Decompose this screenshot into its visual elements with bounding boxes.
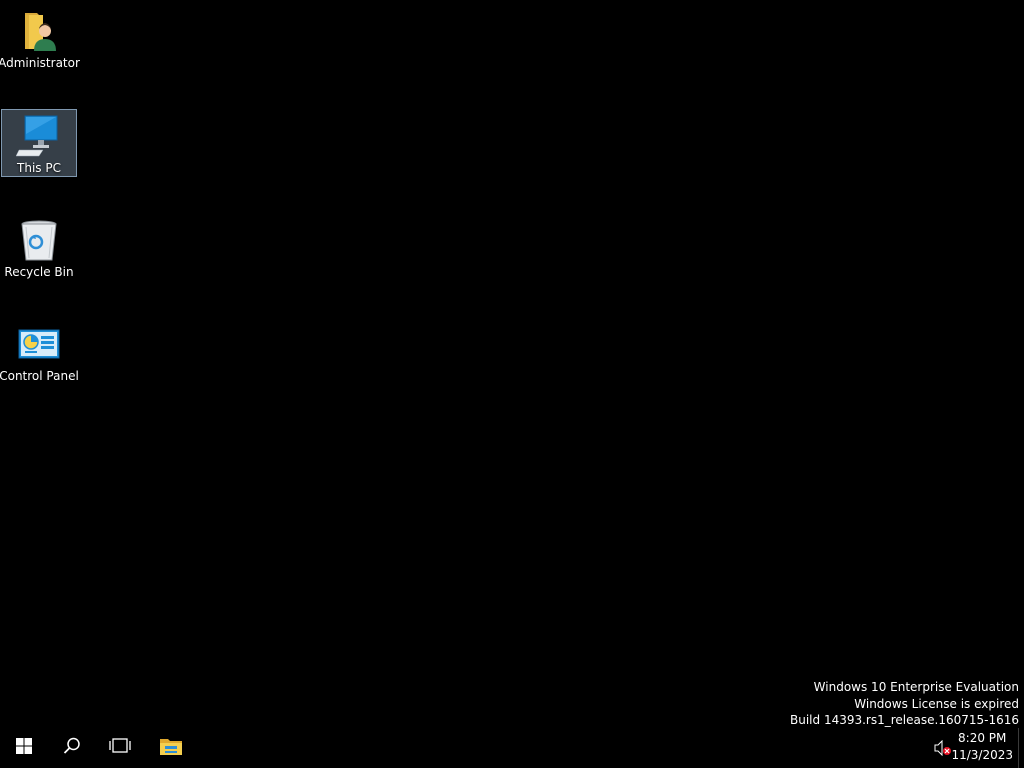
clock-date: 11/3/2023 [951,748,1013,762]
show-desktop-button[interactable] [1018,728,1024,768]
search-icon [63,737,81,759]
file-explorer-icon [159,736,183,760]
desktop-icon-control-panel[interactable]: Control Panel [0,317,79,385]
desktop-icon-label: Control Panel [0,369,79,383]
file-explorer-button[interactable] [147,728,195,768]
volume-muted-icon[interactable] [934,739,952,757]
search-button[interactable] [48,728,96,768]
system-tray: 8:20 PM 11/3/2023 [904,728,1024,768]
desktop-icon-administrator[interactable]: Administrator [0,4,80,72]
windows-logo-icon [16,738,32,758]
watermark-edition: Windows 10 Enterprise Evaluation [813,680,1019,694]
clock-time: 8:20 PM [958,731,1007,745]
taskbar: 8:20 PM 11/3/2023 [0,728,1024,768]
user-folder-icon [15,7,63,55]
watermark-license-status: Windows License is expired [854,696,1019,711]
desktop-icon-label: Recycle Bin [4,265,74,279]
license-watermark: Windows 10 Enterprise Evaluation Windows… [790,679,1019,729]
task-view-button[interactable] [96,728,144,768]
computer-icon [15,112,63,160]
control-panel-icon [15,320,63,368]
desktop-icon-label: This PC [17,161,61,175]
taskbar-clock[interactable]: 8:20 PM 11/3/2023 [951,730,1013,764]
recycle-bin-icon [15,216,63,264]
desktop[interactable]: Administrator This PC Recycle Bin Contro… [0,0,1024,728]
start-button[interactable] [0,728,48,768]
desktop-icon-this-pc[interactable]: This PC [1,109,77,177]
desktop-icon-recycle-bin[interactable]: Recycle Bin [1,213,77,281]
watermark-build: Build 14393.rs1_release.160715-1616 [790,713,1019,727]
desktop-icon-label: Administrator [0,56,80,70]
task-view-icon [109,738,131,758]
